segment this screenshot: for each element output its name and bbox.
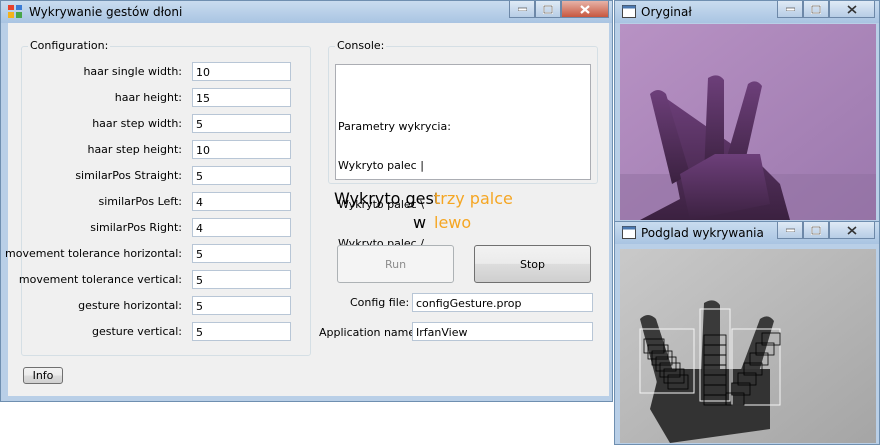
console-group: Console: Parametry wykrycia: Wykryto pal… [328,39,598,250]
configuration-group-title: Configuration: [28,39,111,52]
stop-button-label: Stop [519,257,545,271]
minimize-button[interactable] [509,1,535,18]
window-icon [622,226,636,239]
camera-original-view [620,24,876,220]
close-icon [847,4,857,14]
detection-preview-view [620,249,876,443]
main-titlebar[interactable]: Wykrywanie gestów dłoni [1,1,612,23]
config-field-label: gesture vertical: [91,325,182,338]
close-button[interactable] [561,1,609,18]
config-field-label: movement tolerance horizontal: [5,247,182,260]
config-field-label: similarPos Straight: [75,169,182,182]
info-button[interactable]: Info [23,367,63,384]
close-icon [847,225,857,235]
config-field-label: similarPos Right: [90,221,182,234]
minimize-icon [785,7,795,11]
preview-minimize-button[interactable] [777,222,803,239]
maximize-icon [811,225,821,235]
preview-window-title: Podglad wykrywania [641,226,764,240]
preview-close-button[interactable] [829,222,875,239]
console-line: Parametry wykrycia: [338,120,451,133]
detection-preview-image [620,249,876,443]
config-field-label: haar step width: [92,117,182,130]
config-field-label: movement tolerance vertical: [18,273,182,286]
maximize-button[interactable] [535,1,561,18]
run-button-label: Run [384,257,407,271]
config-field-input[interactable]: 4 [192,218,291,237]
config-field-label: haar single width: [83,65,182,78]
config-field-label: haar height: [114,91,182,104]
config-field-input[interactable]: 5 [192,322,291,341]
config-field-input[interactable]: 5 [192,270,291,289]
minimize-icon [517,7,527,11]
direction-label: w [413,213,427,232]
config-field-input[interactable]: 10 [192,140,291,159]
original-minimize-button[interactable] [777,1,803,18]
minimize-icon [785,228,795,232]
run-button[interactable]: Run [337,245,454,283]
main-window-title: Wykrywanie gestów dłoni [29,5,183,19]
config-field-label: gesture horizontal: [78,299,182,312]
original-window-title: Oryginał [641,5,692,19]
config-field-input[interactable]: 15 [192,88,291,107]
config-field-input[interactable]: 5 [192,244,291,263]
application-name-input[interactable]: IrfanView [412,322,593,341]
window-icon [622,5,636,18]
preview-titlebar[interactable]: Podglad wykrywania [615,222,879,244]
preview-window: Podglad wykrywania [614,221,880,445]
app-icon [8,5,22,18]
original-close-button[interactable] [829,1,875,18]
config-field-input[interactable]: 5 [192,296,291,315]
original-maximize-button[interactable] [803,1,829,18]
close-icon [580,4,590,14]
info-button-label: Info [32,369,54,382]
config-file-input[interactable]: configGesture.prop [412,293,593,312]
stop-button[interactable]: Stop [474,245,591,283]
main-client-area: Configuration: haar single width: 10 haar … [5,23,609,396]
config-field-input[interactable]: 5 [192,166,291,185]
hand-photo-image [620,24,876,220]
gesture-value: trzy palce [434,189,513,208]
console-output[interactable]: Parametry wykrycia: Wykryto palec | Wykr… [335,64,591,250]
application-name-label: Application name: [319,326,419,339]
configuration-group: Configuration: haar single width: 10 haar … [5,39,311,356]
gesture-label: Wykryto gest [334,189,441,208]
original-titlebar[interactable]: Oryginał [615,1,879,23]
maximize-icon [811,4,821,14]
config-field-input[interactable]: 4 [192,192,291,211]
config-field-label: similarPos Left: [98,195,182,208]
direction-value: lewo [434,213,472,232]
maximize-icon [543,4,553,14]
original-window: Oryginał [614,0,880,226]
main-window: Wykrywanie gestów dłoni Configuration: h… [0,0,613,402]
config-field-input[interactable]: 5 [192,114,291,133]
config-field-label: haar step height: [87,143,182,156]
config-field-input[interactable]: 10 [192,62,291,81]
console-line: Wykryto palec | [338,159,424,172]
console-group-title: Console: [335,39,387,52]
config-file-label: Config file: [350,296,410,309]
preview-maximize-button[interactable] [803,222,829,239]
